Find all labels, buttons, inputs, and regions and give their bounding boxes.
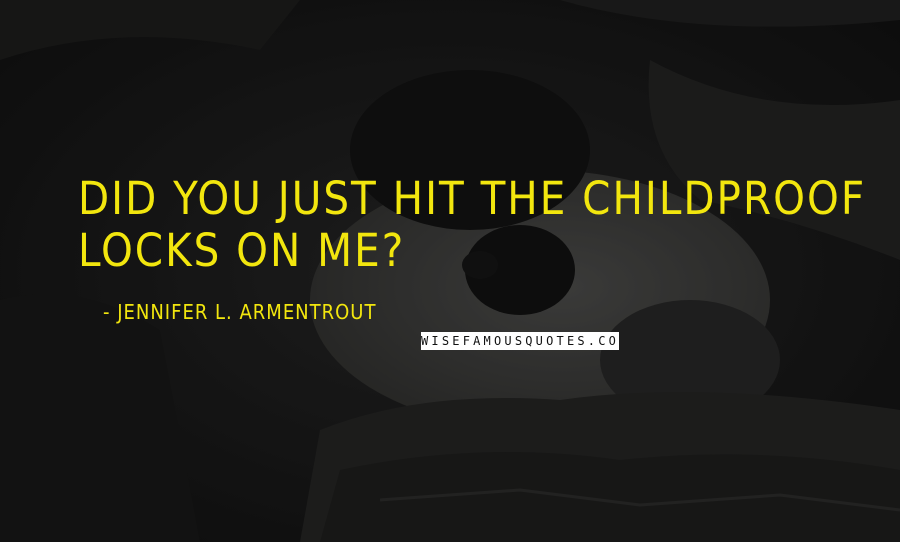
- quote-text: Did you just hit the childproof locks on…: [78, 172, 867, 277]
- watermark-badge: WISEFAMOUSQUOTES.COM: [421, 332, 619, 350]
- quote-author: - Jennifer L. Armentrout: [103, 300, 376, 324]
- quote-card: Did you just hit the childproof locks on…: [0, 0, 900, 542]
- author-name: Jennifer L. Armentrout: [117, 300, 377, 324]
- author-dash: -: [103, 300, 111, 324]
